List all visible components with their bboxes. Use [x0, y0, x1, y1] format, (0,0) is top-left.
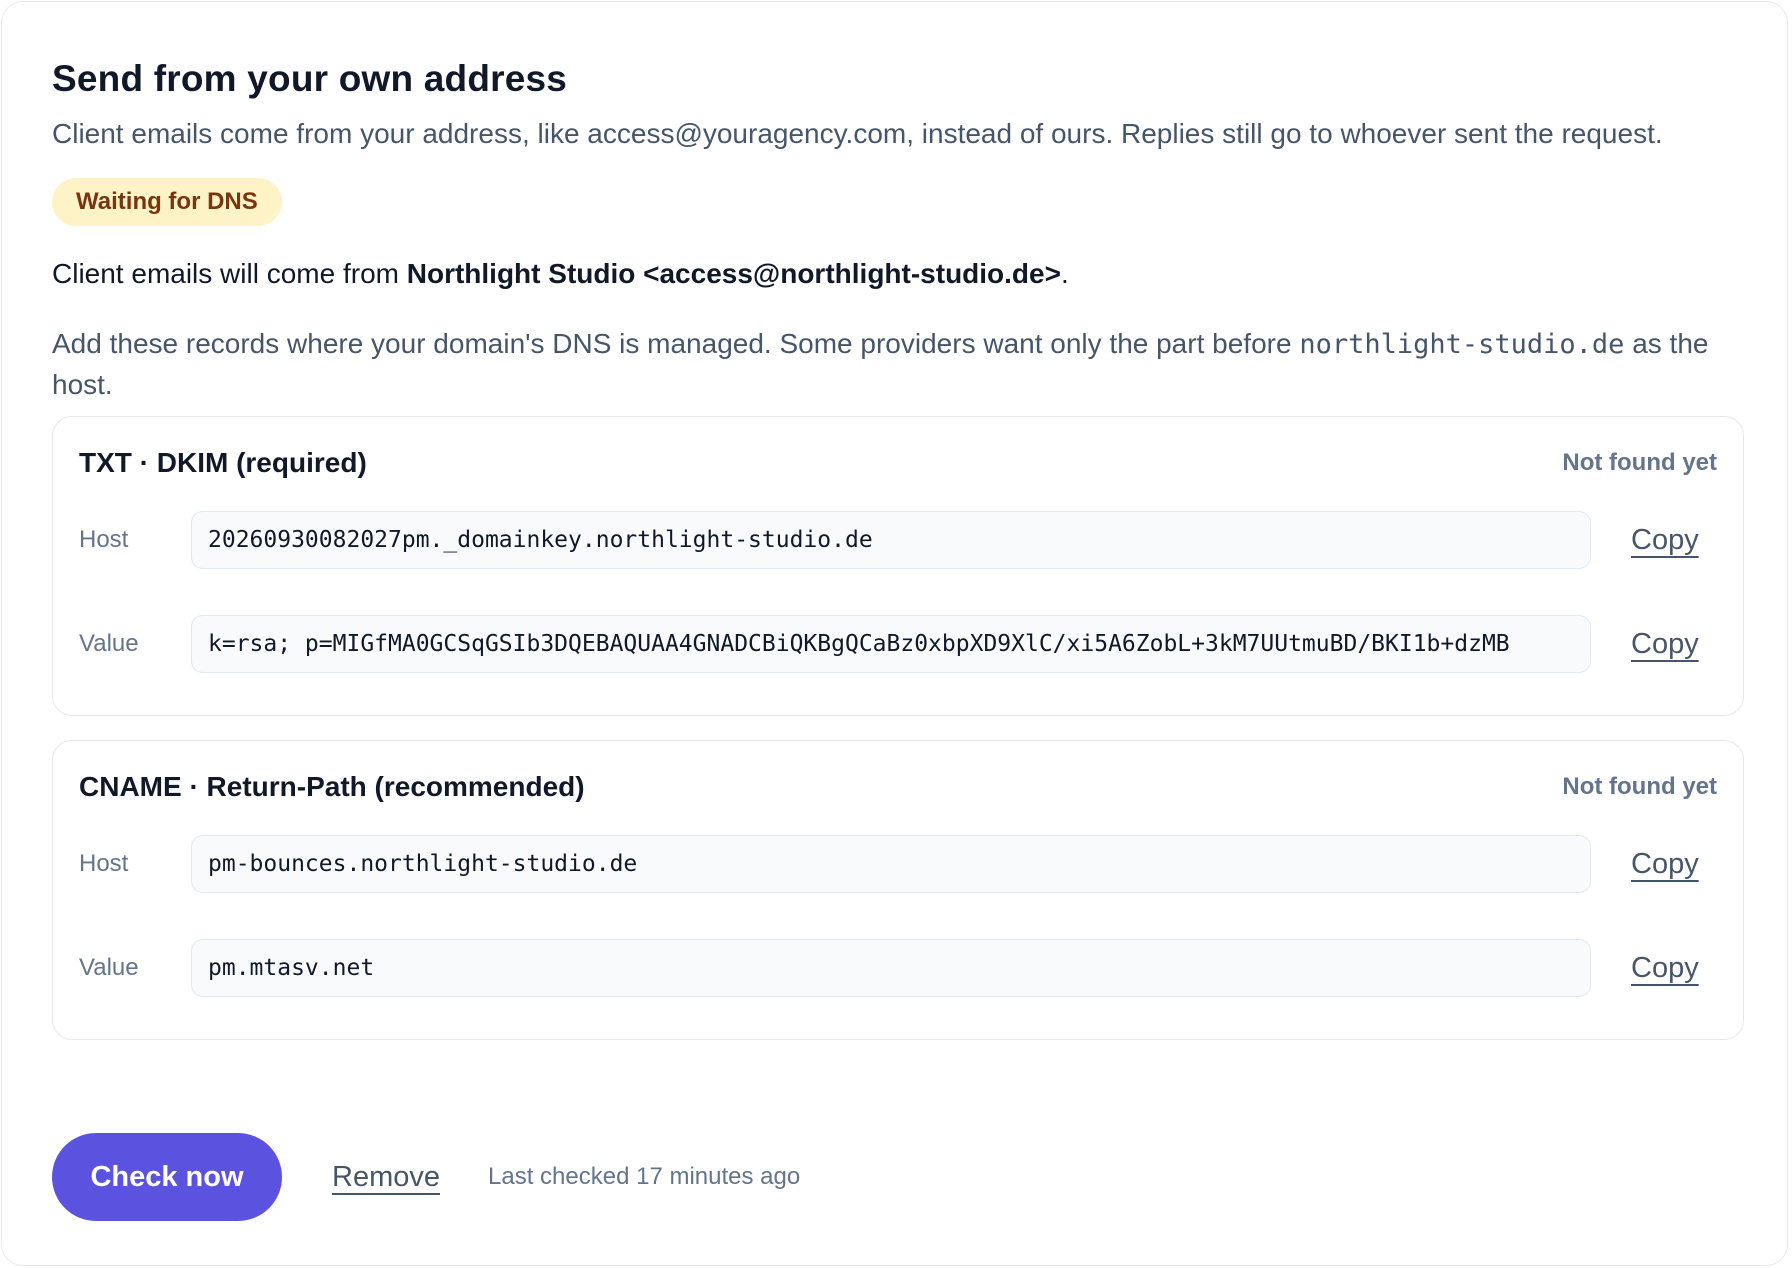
host-row: Host pm-bounces.northlight-studio.de Cop…	[79, 834, 1717, 894]
dns-record-dkim: TXT · DKIM (required) Not found yet Host…	[52, 416, 1744, 716]
record-title: TXT · DKIM (required)	[79, 447, 367, 478]
host-field[interactable]: pm-bounces.northlight-studio.de	[191, 835, 1591, 893]
record-status: Not found yet	[1562, 449, 1717, 476]
value-row: Value k=rsa; p=MIGfMA0GCSqGSIb3DQEBAQUAA…	[79, 614, 1717, 674]
dns-instructions: Add these records where your domain's DN…	[52, 324, 1744, 405]
from-suffix: .	[1060, 258, 1069, 289]
record-header: CNAME · Return-Path (recommended) Not fo…	[79, 767, 1717, 807]
check-now-button[interactable]: Check now	[52, 1133, 282, 1221]
action-bar: Check now Remove Last checked 17 minutes…	[52, 1133, 800, 1221]
section-description: Client emails come from your address, li…	[52, 118, 1663, 149]
card-content: Send from your own address Client emails…	[52, 54, 1744, 1221]
instructions-prefix: Add these records where your domain's DN…	[52, 328, 1300, 359]
record-header: TXT · DKIM (required) Not found yet	[79, 443, 1717, 483]
copy-value-button[interactable]: Copy	[1631, 952, 1699, 985]
host-label: Host	[79, 850, 129, 877]
copy-host-button[interactable]: Copy	[1631, 524, 1699, 557]
custom-sender-card: Send from your own address Client emails…	[1, 1, 1788, 1266]
value-label: Value	[79, 630, 139, 657]
copy-host-button[interactable]: Copy	[1631, 848, 1699, 881]
value-row: Value pm.mtasv.net Copy	[79, 938, 1717, 998]
host-value[interactable]: pm-bounces.northlight-studio.de	[208, 851, 637, 877]
value-value[interactable]: pm.mtasv.net	[208, 955, 374, 981]
value-field[interactable]: pm.mtasv.net	[191, 939, 1591, 997]
remove-button[interactable]: Remove	[332, 1161, 440, 1194]
host-field[interactable]: 20260930082027pm._domainkey.northlight-s…	[191, 511, 1591, 569]
value-field[interactable]: k=rsa; p=MIGfMA0GCSqGSIb3DQEBAQUAA4GNADC…	[191, 615, 1591, 673]
from-prefix: Client emails will come from	[52, 258, 407, 289]
host-label: Host	[79, 526, 129, 553]
copy-value-button[interactable]: Copy	[1631, 628, 1699, 661]
status-badge: Waiting for DNS	[52, 178, 282, 226]
record-status: Not found yet	[1562, 773, 1717, 800]
section-title: Send from your own address	[52, 58, 568, 99]
from-address-line: Client emails will come from Northlight …	[52, 254, 1744, 294]
host-value[interactable]: 20260930082027pm._domainkey.northlight-s…	[208, 527, 873, 553]
record-title: CNAME · Return-Path (recommended)	[79, 771, 585, 802]
host-row: Host 20260930082027pm._domainkey.northli…	[79, 510, 1717, 570]
instructions-domain: northlight-studio.de	[1299, 329, 1625, 360]
from-address: Northlight Studio <access@northlight-stu…	[406, 258, 1061, 289]
value-label: Value	[79, 954, 139, 981]
dns-record-cname: CNAME · Return-Path (recommended) Not fo…	[52, 740, 1744, 1040]
value-value[interactable]: k=rsa; p=MIGfMA0GCSqGSIb3DQEBAQUAA4GNADC…	[208, 631, 1510, 657]
last-checked-text: Last checked 17 minutes ago	[488, 1163, 801, 1190]
